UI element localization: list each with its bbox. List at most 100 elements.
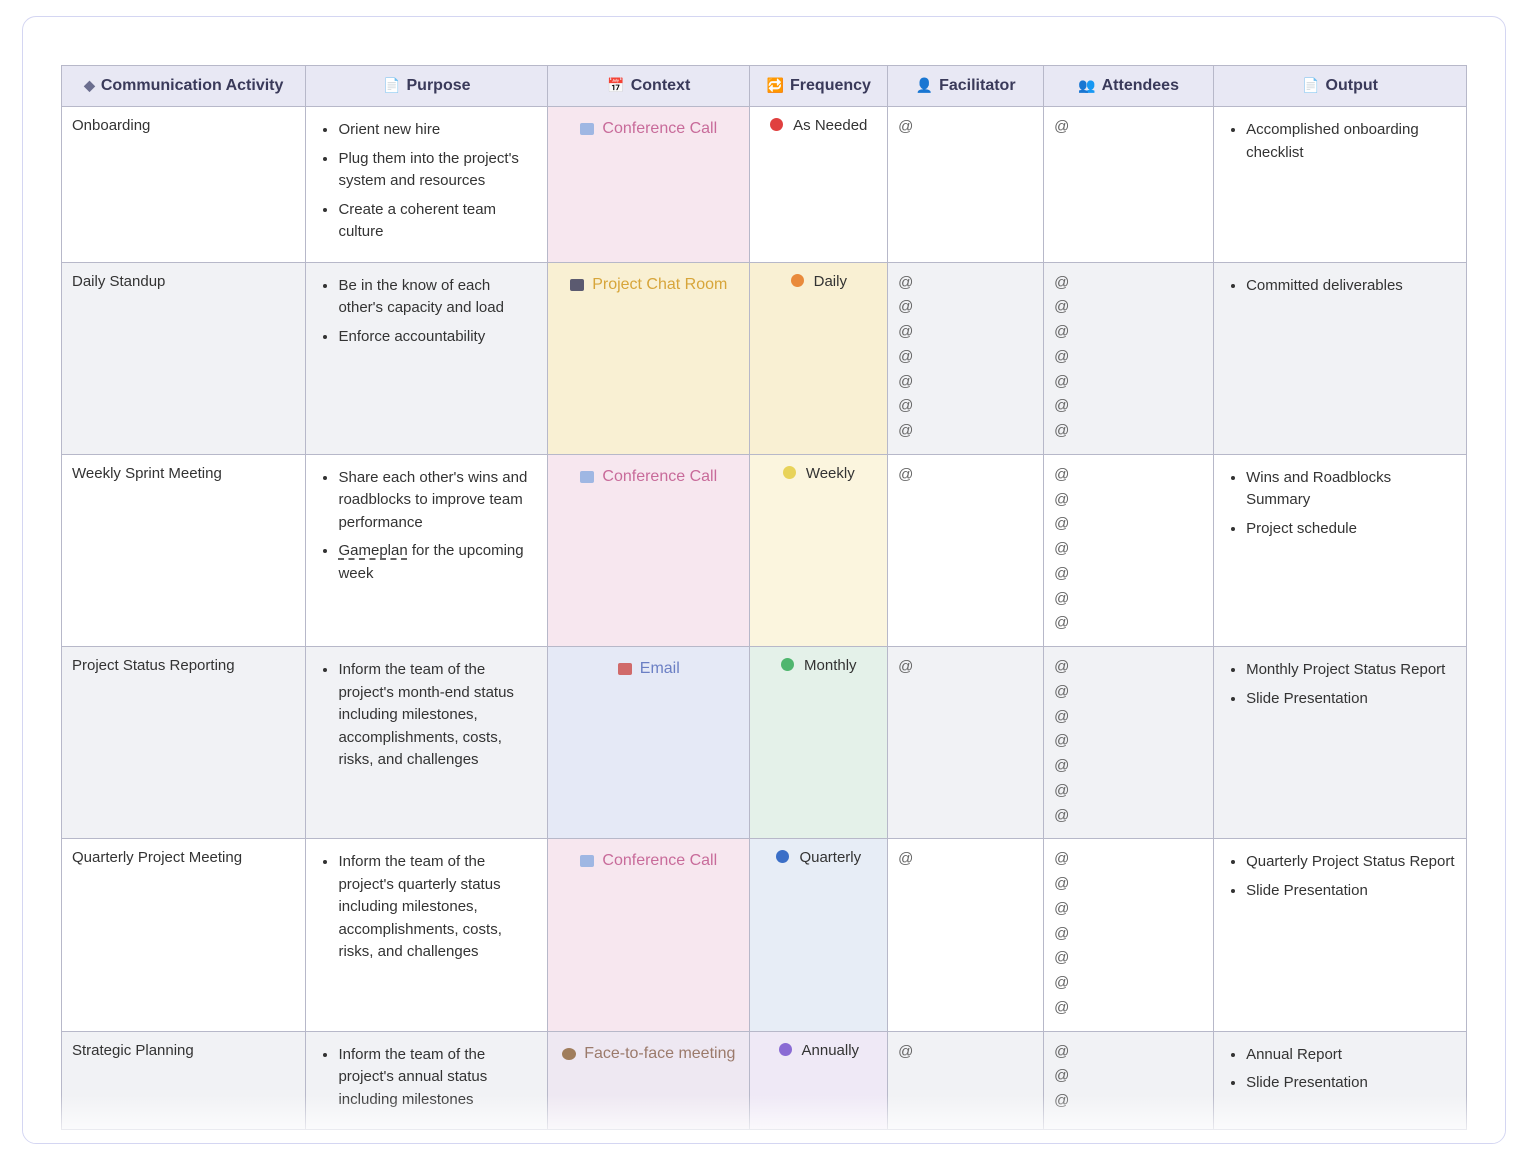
mention-icon[interactable]: @ (1054, 996, 1203, 1021)
attendees-cell[interactable]: @@@@@@@ (1044, 262, 1214, 454)
attendees-cell[interactable]: @@@@@@@ (1044, 647, 1214, 839)
output-cell[interactable]: Wins and Roadblocks SummaryProject sched… (1214, 454, 1467, 646)
purpose-item: Orient new hire (338, 119, 537, 142)
mention-icon[interactable]: @ (1054, 271, 1203, 296)
mention-icon[interactable]: @ (898, 345, 1033, 370)
frequency-dot-icon (781, 658, 794, 671)
context-cell[interactable]: Conference Call (548, 454, 750, 646)
col-purpose[interactable]: 📄Purpose (306, 66, 548, 107)
frequency-cell[interactable]: Annually (750, 1031, 888, 1130)
mention-icon[interactable]: @ (1054, 512, 1203, 537)
mention-icon[interactable]: @ (1054, 537, 1203, 562)
mention-icon[interactable]: @ (1054, 946, 1203, 971)
frequency-cell[interactable]: Quarterly (750, 839, 888, 1031)
col-attendees[interactable]: 👥Attendees (1044, 66, 1214, 107)
output-cell[interactable]: Monthly Project Status ReportSlide Prese… (1214, 647, 1467, 839)
purpose-cell[interactable]: Inform the team of the project's quarter… (306, 839, 548, 1031)
col-activity[interactable]: ◆Communication Activity (62, 66, 306, 107)
context-cell[interactable]: Project Chat Room (548, 262, 750, 454)
output-cell[interactable]: Committed deliverables (1214, 262, 1467, 454)
facilitator-cell[interactable]: @ (888, 647, 1044, 839)
mention-icon[interactable]: @ (1054, 754, 1203, 779)
mention-icon[interactable]: @ (898, 394, 1033, 419)
activity-cell[interactable]: Project Status Reporting (62, 647, 306, 839)
mention-icon[interactable]: @ (1054, 463, 1203, 488)
mention-icon[interactable]: @ (1054, 680, 1203, 705)
facilitator-cell[interactable]: @@@@@@@ (888, 262, 1044, 454)
mention-icon[interactable]: @ (898, 271, 1033, 296)
facilitator-cell[interactable]: @ (888, 454, 1044, 646)
mention-icon[interactable]: @ (1054, 345, 1203, 370)
purpose-cell[interactable]: Inform the team of the project's month-e… (306, 647, 548, 839)
facilitator-cell[interactable]: @ (888, 839, 1044, 1031)
mention-icon[interactable]: @ (1054, 394, 1203, 419)
facilitator-cell[interactable]: @ (888, 107, 1044, 263)
activity-cell[interactable]: Strategic Planning (62, 1031, 306, 1130)
output-cell[interactable]: Annual ReportSlide Presentation (1214, 1031, 1467, 1130)
mention-icon[interactable]: @ (1054, 1089, 1203, 1114)
attendees-cell[interactable]: @@@@@@@ (1044, 839, 1214, 1031)
mention-icon[interactable]: @ (1054, 655, 1203, 680)
mention-icon[interactable]: @ (1054, 729, 1203, 754)
col-output[interactable]: 📄Output (1214, 66, 1467, 107)
mention-icon[interactable]: @ (1054, 872, 1203, 897)
mention-icon[interactable]: @ (1054, 847, 1203, 872)
col-facilitator[interactable]: 👤Facilitator (888, 66, 1044, 107)
activity-cell[interactable]: Onboarding (62, 107, 306, 263)
mention-icon[interactable]: @ (898, 419, 1033, 444)
mention-icon[interactable]: @ (898, 370, 1033, 395)
mention-icon[interactable]: @ (1054, 779, 1203, 804)
mention-icon[interactable]: @ (898, 115, 1033, 140)
output-item: Monthly Project Status Report (1246, 659, 1456, 682)
context-cell[interactable]: Conference Call (548, 839, 750, 1031)
facilitator-cell[interactable]: @ (888, 1031, 1044, 1130)
mention-icon[interactable]: @ (1054, 295, 1203, 320)
mention-icon[interactable]: @ (1054, 587, 1203, 612)
frequency-cell[interactable]: Monthly (750, 647, 888, 839)
mention-icon[interactable]: @ (1054, 419, 1203, 444)
purpose-cell[interactable]: Share each other's wins and roadblocks t… (306, 454, 548, 646)
attendees-cell[interactable]: @@@@@@@ (1044, 454, 1214, 646)
mention-icon[interactable]: @ (1054, 705, 1203, 730)
col-purpose-icon: 📄 (383, 75, 400, 96)
activity-cell[interactable]: Daily Standup (62, 262, 306, 454)
mention-icon[interactable]: @ (1054, 922, 1203, 947)
mention-icon[interactable]: @ (1054, 897, 1203, 922)
frequency-cell[interactable]: Weekly (750, 454, 888, 646)
mention-icon[interactable]: @ (898, 655, 1033, 680)
purpose-cell[interactable]: Be in the know of each other's capacity … (306, 262, 548, 454)
output-cell[interactable]: Quarterly Project Status ReportSlide Pre… (1214, 839, 1467, 1031)
table-body: OnboardingOrient new hirePlug them into … (62, 107, 1467, 1130)
frequency-cell[interactable]: As Needed (750, 107, 888, 263)
activity-cell[interactable]: Weekly Sprint Meeting (62, 454, 306, 646)
mention-icon[interactable]: @ (1054, 488, 1203, 513)
purpose-cell[interactable]: Inform the team of the project's annual … (306, 1031, 548, 1130)
mention-icon[interactable]: @ (898, 463, 1033, 488)
mention-icon[interactable]: @ (1054, 320, 1203, 345)
col-context[interactable]: 📅Context (548, 66, 750, 107)
mention-icon[interactable]: @ (1054, 971, 1203, 996)
mention-icon[interactable]: @ (1054, 611, 1203, 636)
context-cell[interactable]: Email (548, 647, 750, 839)
mention-icon[interactable]: @ (898, 847, 1033, 872)
mention-icon[interactable]: @ (898, 1040, 1033, 1065)
attendees-cell[interactable]: @@@ (1044, 1031, 1214, 1130)
col-frequency[interactable]: 🔁Frequency (750, 66, 888, 107)
purpose-cell[interactable]: Orient new hirePlug them into the projec… (306, 107, 548, 263)
context-cell[interactable]: Face-to-face meeting (548, 1031, 750, 1130)
output-cell[interactable]: Accomplished onboarding checklist (1214, 107, 1467, 263)
attendees-cell[interactable]: @ (1044, 107, 1214, 263)
mention-icon[interactable]: @ (1054, 804, 1203, 829)
mention-icon[interactable]: @ (1054, 115, 1203, 140)
mention-icon[interactable]: @ (1054, 562, 1203, 587)
mention-icon[interactable]: @ (898, 295, 1033, 320)
mention-icon[interactable]: @ (898, 320, 1033, 345)
mention-icon[interactable]: @ (1054, 370, 1203, 395)
mention-icon[interactable]: @ (1054, 1040, 1203, 1065)
output-item: Slide Presentation (1246, 1072, 1456, 1095)
activity-cell[interactable]: Quarterly Project Meeting (62, 839, 306, 1031)
frequency-cell[interactable]: Daily (750, 262, 888, 454)
context-cell[interactable]: Conference Call (548, 107, 750, 263)
col-context-icon: 📅 (607, 75, 624, 96)
mention-icon[interactable]: @ (1054, 1064, 1203, 1089)
